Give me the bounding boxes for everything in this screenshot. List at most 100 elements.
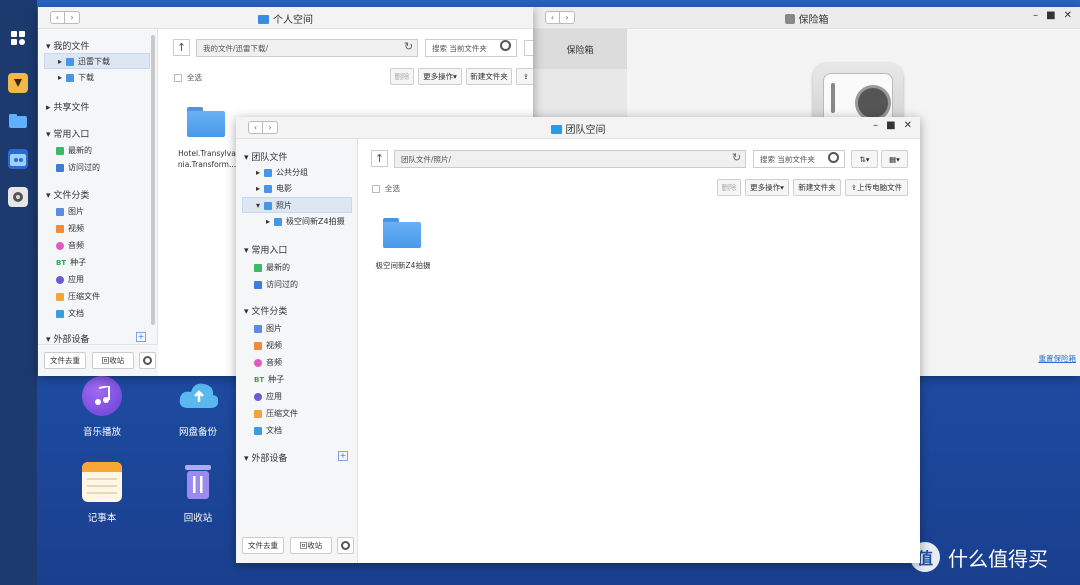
path-bar[interactable]: 团队文件/照片/ <box>394 150 746 168</box>
path-bar[interactable]: 我的文件/迅雷下载/ <box>196 39 418 57</box>
add-device-icon[interactable]: + <box>136 332 146 342</box>
vault-titlebar: ‹ › 保险箱 – ■ ✕ <box>533 7 1080 29</box>
folder-icon <box>264 201 273 210</box>
select-all-checkbox[interactable]: 全选 <box>174 72 202 83</box>
sidebar-item-docs[interactable]: 文档 <box>254 425 282 436</box>
maximize-icon[interactable]: ■ <box>886 120 895 131</box>
recycle-button[interactable]: 回收站 <box>290 537 332 554</box>
upload-icon[interactable]: ⇪ <box>516 68 533 85</box>
sidebar-item-torrents[interactable]: BT 种子 <box>254 374 284 385</box>
sidebar-item-videos[interactable]: 视频 <box>56 223 84 234</box>
search-placeholder: 搜索 当前文件夹 <box>432 43 487 53</box>
sidebar-item-download[interactable]: ▸ 下载 <box>58 72 94 83</box>
sidebar-group-common[interactable]: ▾ 常用入口 <box>46 127 89 140</box>
desktop-icon-trash[interactable]: 回收站 <box>158 462 238 524</box>
upload-button[interactable]: ⇪ 上传电脑文件 <box>845 179 908 196</box>
desktop-icon-music[interactable]: 音乐播放 <box>62 376 142 438</box>
sidebar-item-audio[interactable]: 音频 <box>254 357 282 368</box>
image-icon <box>254 324 262 333</box>
up-button[interactable]: ↑ <box>173 39 190 56</box>
sidebar-item-apps[interactable]: 应用 <box>254 391 282 402</box>
sidebar-item-archives[interactable]: 压缩文件 <box>56 291 100 302</box>
folder-app-icon[interactable] <box>8 111 28 131</box>
search-placeholder: 搜索 当前文件夹 <box>760 154 815 164</box>
sidebar-item-videos[interactable]: 视频 <box>254 340 282 351</box>
refresh-icon[interactable]: ↻ <box>732 151 741 164</box>
audio-icon <box>254 358 262 367</box>
gear-icon[interactable] <box>337 537 354 554</box>
delete-button[interactable]: 删除 <box>717 179 741 196</box>
new-folder-button[interactable]: 新建文件夹 <box>793 179 841 196</box>
select-all-checkbox[interactable]: 全选 <box>372 183 400 194</box>
sidebar-item-apps[interactable]: 应用 <box>56 274 84 285</box>
sidebar-item-recent[interactable]: 最新的 <box>56 145 92 156</box>
sidebar-group-external[interactable]: ▾ 外部设备 <box>244 451 287 464</box>
sidebar-group-my-files[interactable]: ▾ 我的文件 <box>46 39 89 52</box>
refresh-icon[interactable]: ↻ <box>404 40 413 53</box>
sidebar-item-z4[interactable]: ▸ 极空间新Z4拍摄 <box>266 216 345 227</box>
sort-icon[interactable]: ⇅▾ <box>851 150 878 168</box>
desktop-icon-notepad[interactable]: 记事本 <box>62 462 142 524</box>
sidebar-item-torrents[interactable]: BT 种子 <box>56 257 86 268</box>
desktop-icon-label: 回收站 <box>183 513 213 524</box>
sidebar-item-images[interactable]: 图片 <box>254 323 282 334</box>
file-name[interactable]: 极空间新Z4拍摄 <box>358 260 448 271</box>
vault-window-controls: – ■ ✕ <box>1033 10 1072 21</box>
minimize-icon[interactable]: – <box>1033 10 1038 21</box>
sidebar-item-docs[interactable]: 文档 <box>56 308 84 319</box>
view-grid-icon[interactable]: ▦▾ <box>881 150 908 168</box>
image-icon <box>56 207 64 216</box>
vault-title-icon <box>784 14 795 24</box>
dedupe-button[interactable]: 文件去重 <box>44 352 86 369</box>
search-icon[interactable] <box>500 40 511 51</box>
sidebar-group-category[interactable]: ▾ 文件分类 <box>244 304 287 317</box>
history-icon <box>254 280 262 289</box>
up-button[interactable]: ↑ <box>371 150 388 167</box>
reset-vault-link[interactable]: 重置保险箱 <box>1039 353 1077 364</box>
xunlei-app-icon[interactable] <box>8 73 28 93</box>
search-icon[interactable] <box>828 152 839 163</box>
sidebar-group-common[interactable]: ▾ 常用入口 <box>244 243 287 256</box>
folder-icon[interactable] <box>187 107 225 137</box>
close-icon[interactable]: ✕ <box>1064 10 1072 21</box>
more-actions-button[interactable]: 更多操作 ▾ <box>418 68 462 85</box>
personal-title: 个人空间 <box>38 11 533 26</box>
sidebar-item-public-group[interactable]: ▸ 公共分组 <box>256 167 308 178</box>
sort-icon[interactable] <box>524 40 533 56</box>
sidebar-group-category[interactable]: ▾ 文件分类 <box>46 188 89 201</box>
close-icon[interactable]: ✕ <box>904 120 912 131</box>
sidebar-item-movies[interactable]: ▸ 电影 <box>256 183 292 194</box>
sidebar-group-team-files[interactable]: ▾ 团队文件 <box>244 150 287 163</box>
sidebar-item-photos[interactable]: ▾ 照片 <box>256 200 292 211</box>
sidebar-item-recent[interactable]: 最新的 <box>254 262 290 273</box>
more-actions-button[interactable]: 更多操作 ▾ <box>745 179 789 196</box>
minimize-icon[interactable]: – <box>873 120 878 131</box>
vault-app-icon[interactable] <box>8 187 28 207</box>
sidebar-item-visited[interactable]: 访问过的 <box>56 162 100 173</box>
archive-icon <box>56 292 64 301</box>
recycle-button[interactable]: 回收站 <box>92 352 134 369</box>
gear-icon[interactable] <box>139 352 156 369</box>
sidebar-item-images[interactable]: 图片 <box>56 206 84 217</box>
apps-grid-icon[interactable] <box>8 28 28 48</box>
sidebar-item-audio[interactable]: 音频 <box>56 240 84 251</box>
team-space-app-icon[interactable] <box>8 149 28 169</box>
sidebar-group-shared[interactable]: ▸ 共享文件 <box>46 100 89 113</box>
desktop-icon-cloud-backup[interactable]: 网盘备份 <box>158 376 238 438</box>
dedupe-button[interactable]: 文件去重 <box>242 537 284 554</box>
history-icon <box>56 163 64 172</box>
sidebar-item-archives[interactable]: 压缩文件 <box>254 408 298 419</box>
new-folder-button[interactable]: 新建文件夹 <box>466 68 512 85</box>
team-titlebar: ‹ › 团队空间 – ■ ✕ <box>236 117 920 139</box>
sidebar-scrollbar[interactable] <box>151 35 155 325</box>
sidebar-item-visited[interactable]: 访问过的 <box>254 279 298 290</box>
bt-icon: BT <box>56 258 67 267</box>
sidebar-item-xunlei[interactable]: ▸ 迅雷下载 <box>58 56 110 67</box>
vault-sidebar-item[interactable]: 保险箱 <box>533 29 627 69</box>
maximize-icon[interactable]: ■ <box>1046 10 1055 21</box>
folder-icon[interactable] <box>383 218 421 248</box>
delete-button[interactable]: 删除 <box>390 68 414 85</box>
folder-icon <box>264 184 273 193</box>
taskbar <box>0 0 37 585</box>
add-device-icon[interactable]: + <box>338 451 348 461</box>
